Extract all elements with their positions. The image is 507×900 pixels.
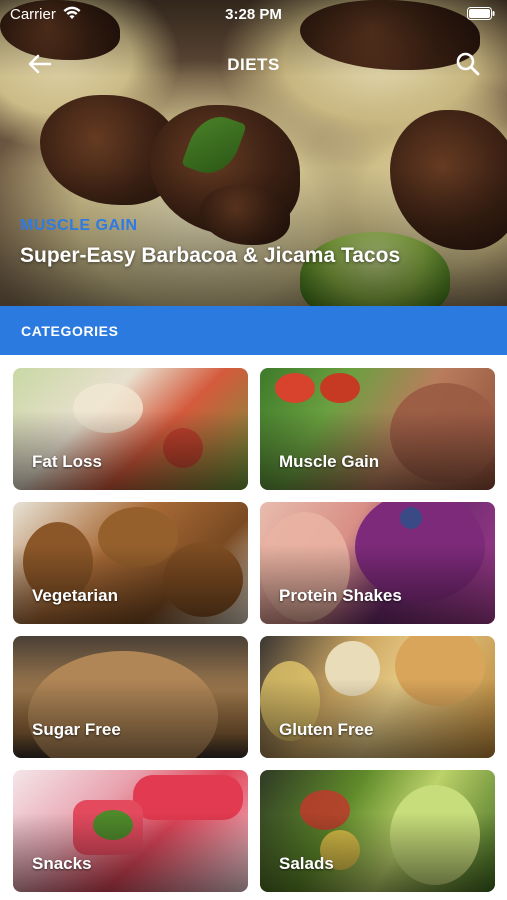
search-icon[interactable] bbox=[455, 51, 481, 77]
hero-category-tag: MUSCLE GAIN bbox=[20, 217, 138, 234]
page-title: DIETS bbox=[227, 55, 280, 74]
hero-title[interactable]: Super-Easy Barbacoa & Jicama Tacos bbox=[20, 244, 400, 268]
clock: 3:28 PM bbox=[225, 6, 282, 23]
category-tile-gluten-free[interactable]: Gluten Free bbox=[260, 636, 495, 758]
nav-bar: DIETS bbox=[0, 40, 507, 88]
category-label: Muscle Gain bbox=[279, 452, 380, 471]
category-label: Sugar Free bbox=[32, 720, 121, 739]
category-tile-snacks[interactable]: Snacks bbox=[13, 770, 248, 892]
status-bar: Carrier 3:28 PM bbox=[0, 0, 507, 28]
category-tile-muscle-gain[interactable]: Muscle Gain bbox=[260, 368, 495, 490]
categories-header-label: CATEGORIES bbox=[21, 323, 119, 339]
category-tile-salads[interactable]: Salads bbox=[260, 770, 495, 892]
category-label: Gluten Free bbox=[279, 720, 374, 739]
category-label: Fat Loss bbox=[32, 452, 102, 471]
hero-banner[interactable]: Carrier 3:28 PM DIETS MUSCLE GAIN Super-… bbox=[0, 0, 507, 306]
category-tile-vegetarian[interactable]: Vegetarian bbox=[13, 502, 248, 624]
category-label: Protein Shakes bbox=[279, 586, 402, 605]
category-label: Salads bbox=[279, 854, 334, 873]
category-label: Vegetarian bbox=[32, 586, 118, 605]
category-tile-sugar-free[interactable]: Sugar Free bbox=[13, 636, 248, 758]
category-label: Snacks bbox=[32, 854, 92, 873]
categories-header: CATEGORIES bbox=[0, 306, 507, 355]
category-tile-fat-loss[interactable]: Fat Loss bbox=[13, 368, 248, 490]
category-tile-protein-shakes[interactable]: Protein Shakes bbox=[260, 502, 495, 624]
battery-icon bbox=[467, 7, 495, 20]
